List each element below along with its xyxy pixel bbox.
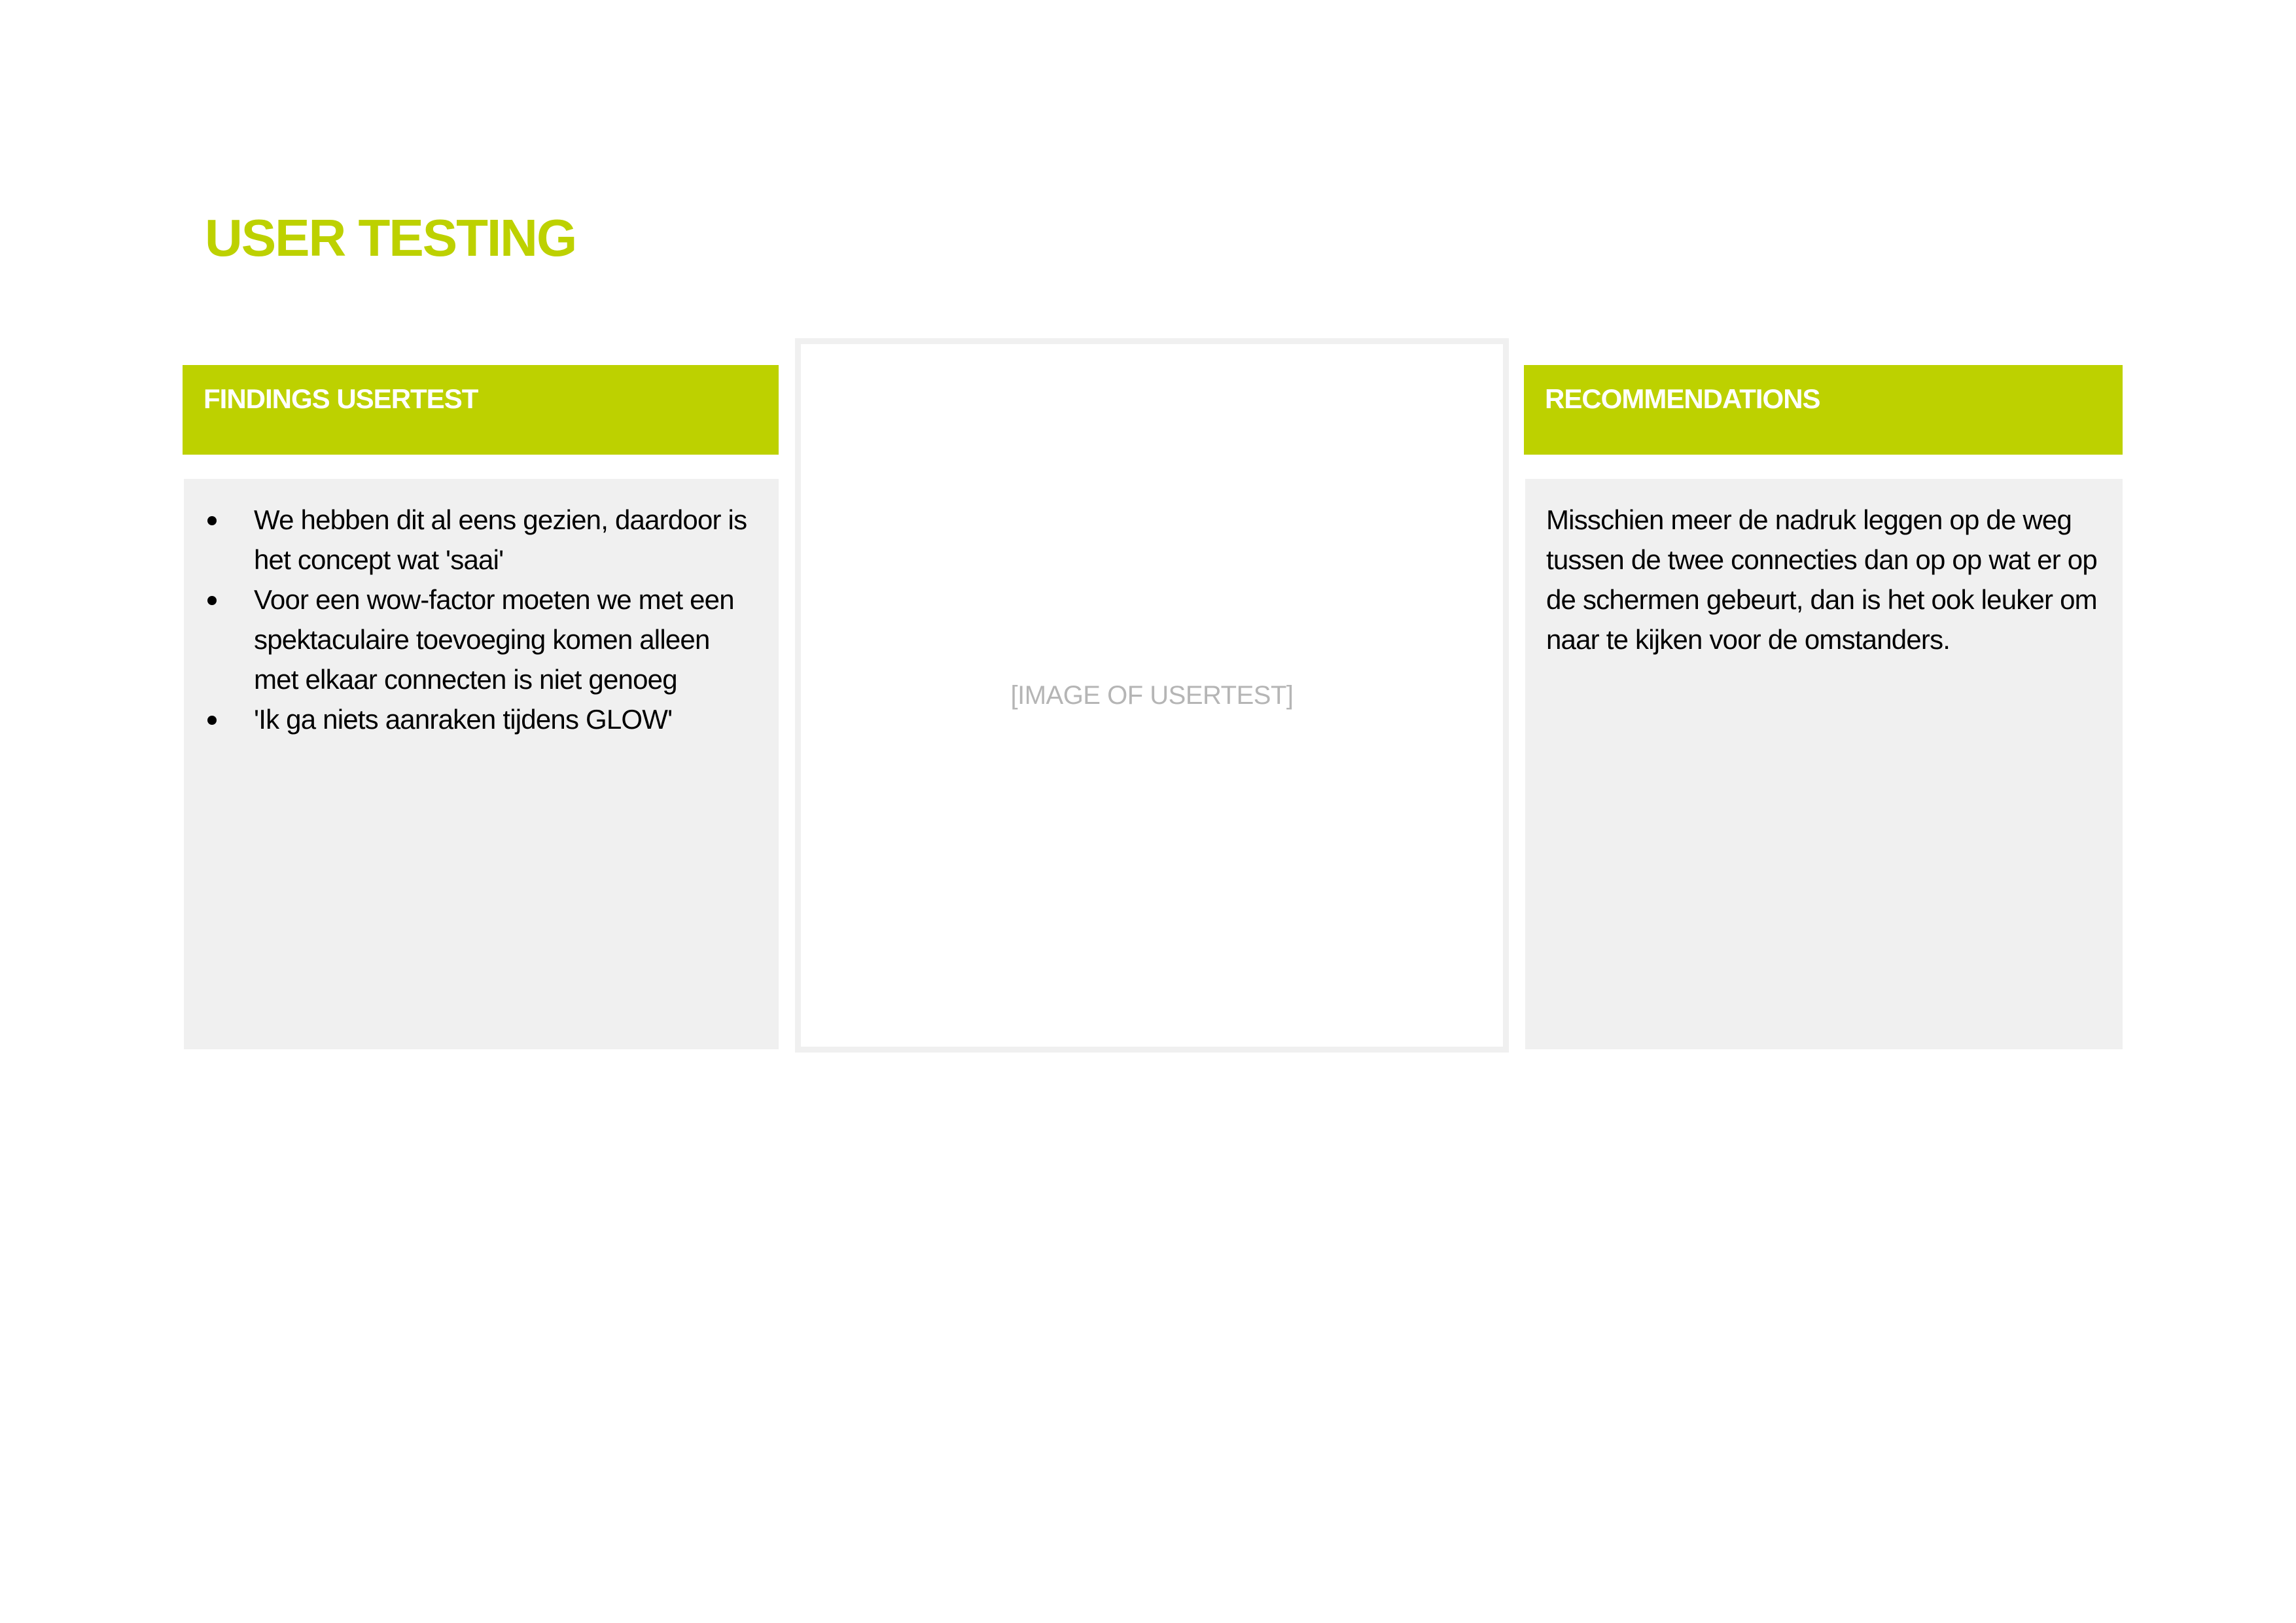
recommendations-text: Misschien meer de nadruk leggen op de we… (1546, 504, 2098, 655)
image-placeholder-label: [IMAGE OF USERTEST] (1010, 680, 1294, 710)
image-placeholder: [IMAGE OF USERTEST] (795, 338, 1509, 1053)
bullet-icon (207, 716, 217, 725)
findings-list: We hebben dit al eens gezien, daardoor i… (184, 500, 752, 739)
list-item: We hebben dit al eens gezien, daardoor i… (184, 500, 752, 580)
bullet-icon (207, 596, 217, 605)
finding-text: 'Ik ga niets aanraken tijdens GLOW' (254, 704, 673, 735)
list-item: Voor een wow-factor moeten we met een sp… (184, 580, 752, 699)
findings-panel: We hebben dit al eens gezien, daardoor i… (184, 479, 779, 1049)
list-item: 'Ik ga niets aanraken tijdens GLOW' (184, 699, 752, 739)
recommendations-header: RECOMMENDATIONS (1524, 365, 2123, 455)
findings-header: FINDINGS USERTEST (183, 365, 779, 455)
recommendations-panel: Misschien meer de nadruk leggen op de we… (1525, 479, 2123, 1049)
finding-text: Voor een wow-factor moeten we met een sp… (254, 584, 735, 695)
finding-text: We hebben dit al eens gezien, daardoor i… (254, 504, 747, 575)
bullet-icon (207, 516, 217, 525)
page-title: USER TESTING (205, 209, 577, 267)
